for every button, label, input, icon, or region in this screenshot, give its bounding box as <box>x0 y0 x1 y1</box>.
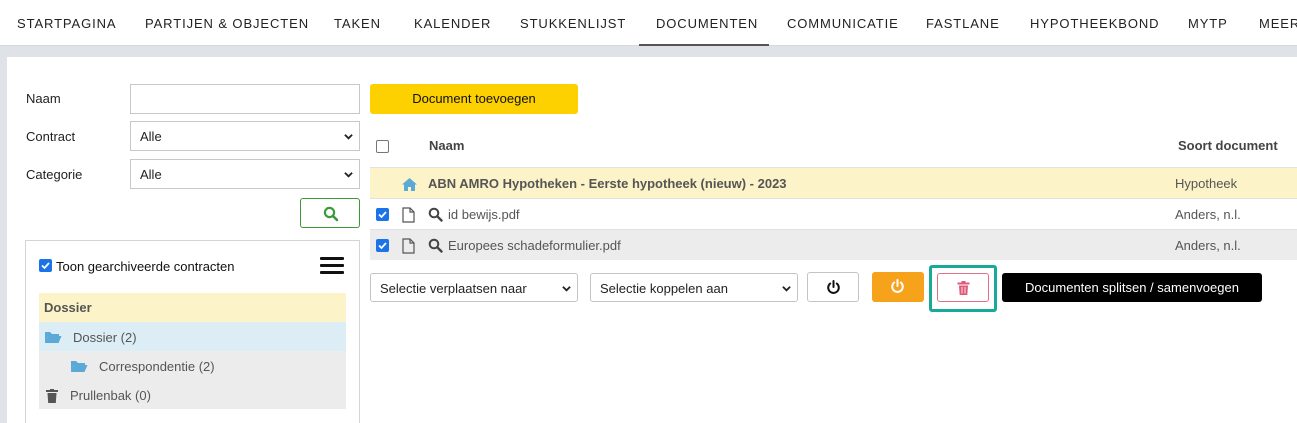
search-icon <box>323 206 339 222</box>
document-name[interactable]: Europees schadeformulier.pdf <box>448 238 621 253</box>
table-row[interactable]: ABN AMRO Hypotheken - Eerste hypotheek (… <box>370 167 1297 198</box>
nav-meer[interactable]: MEER <box>1259 16 1297 31</box>
chevron-down-icon <box>344 134 353 140</box>
nav-stukkenlijst[interactable]: STUKKENLIJST <box>520 16 626 31</box>
table-row[interactable]: Europees schadeformulier.pdf Anders, n.l… <box>370 229 1297 260</box>
file-icon <box>402 207 415 223</box>
file-icon <box>402 238 415 254</box>
add-document-button[interactable]: Document toevoegen <box>370 84 578 114</box>
show-archived-label: Toon gearchiveerde contracten <box>56 259 235 274</box>
contract-select-value: Alle <box>140 129 162 144</box>
naam-input[interactable] <box>130 84 360 114</box>
power-icon <box>891 279 904 293</box>
move-selection-select[interactable]: Selectie verplaatsen naar <box>370 273 578 302</box>
power-orange-button[interactable] <box>872 272 924 302</box>
categorie-label: Categorie <box>26 167 83 182</box>
top-navigation: STARTPAGINA PARTIJEN & OBJECTEN TAKEN KA… <box>0 0 1297 46</box>
check-icon <box>41 262 50 270</box>
row-checkbox[interactable] <box>376 239 389 252</box>
delete-button[interactable] <box>937 273 989 302</box>
document-name: ABN AMRO Hypotheken - Eerste hypotheek (… <box>428 176 787 191</box>
column-header-name[interactable]: Naam <box>429 138 464 153</box>
search-icon[interactable] <box>428 238 443 253</box>
nav-communicatie[interactable]: COMMUNICATIE <box>787 16 899 31</box>
search-icon[interactable] <box>428 207 443 222</box>
check-icon <box>378 211 387 219</box>
nav-taken[interactable]: TAKEN <box>334 16 381 31</box>
nav-fastlane[interactable]: FASTLANE <box>926 16 1000 31</box>
chevron-down-icon <box>344 172 353 178</box>
nav-kalender[interactable]: KALENDER <box>414 16 491 31</box>
tree-node-prullenbak[interactable]: Prullenbak (0) <box>39 380 346 409</box>
column-header-type[interactable]: Soort document <box>1178 138 1278 153</box>
categorie-select[interactable]: Alle <box>130 159 360 189</box>
tree-node-label: Correspondentie (2) <box>99 359 215 374</box>
document-name[interactable]: id bewijs.pdf <box>448 207 520 222</box>
nav-partijen-objecten[interactable]: PARTIJEN & OBJECTEN <box>145 16 309 31</box>
select-all-checkbox[interactable] <box>376 140 389 153</box>
chevron-down-icon <box>782 286 791 292</box>
trash-icon <box>957 281 970 295</box>
table-row[interactable]: id bewijs.pdf Anders, n.l. <box>370 198 1297 229</box>
document-type: Anders, n.l. <box>1175 238 1241 253</box>
power-button[interactable] <box>807 272 859 302</box>
link-selection-select[interactable]: Selectie koppelen aan <box>590 273 798 302</box>
folder-open-icon <box>71 361 88 372</box>
move-selection-value: Selectie verplaatsen naar <box>380 281 527 296</box>
nav-hypotheekbond[interactable]: HYPOTHEEKBOND <box>1030 16 1159 31</box>
document-type: Anders, n.l. <box>1175 207 1241 222</box>
categorie-select-value: Alle <box>140 167 162 182</box>
power-icon <box>827 280 840 294</box>
nav-documenten[interactable]: DOCUMENTEN <box>639 16 769 46</box>
tree-node-label: Prullenbak (0) <box>70 388 151 403</box>
search-button[interactable] <box>300 198 360 228</box>
tree-node-dossier[interactable]: Dossier (2) <box>39 322 346 351</box>
hamburger-menu-icon[interactable] <box>320 257 344 277</box>
row-checkbox[interactable] <box>376 208 389 221</box>
tree-node-label: Dossier (2) <box>73 330 137 345</box>
contract-label: Contract <box>26 129 76 144</box>
chevron-down-icon <box>562 286 571 292</box>
home-icon <box>402 178 417 191</box>
tree-header: Dossier <box>39 293 346 322</box>
show-archived-checkbox[interactable] <box>39 259 52 272</box>
link-selection-value: Selectie koppelen aan <box>600 281 728 296</box>
check-icon <box>378 242 387 250</box>
document-type: Hypotheek <box>1175 176 1238 191</box>
contract-select[interactable]: Alle <box>130 121 360 151</box>
tree-node-correspondentie[interactable]: Correspondentie (2) <box>39 351 346 380</box>
trash-icon <box>46 389 58 403</box>
nav-startpagina[interactable]: STARTPAGINA <box>17 16 116 31</box>
nav-mytp[interactable]: MYTP <box>1188 16 1228 31</box>
naam-label: Naam <box>26 91 61 106</box>
split-merge-documents-button[interactable]: Documenten splitsen / samenvoegen <box>1002 273 1262 302</box>
folder-open-icon <box>45 332 62 343</box>
